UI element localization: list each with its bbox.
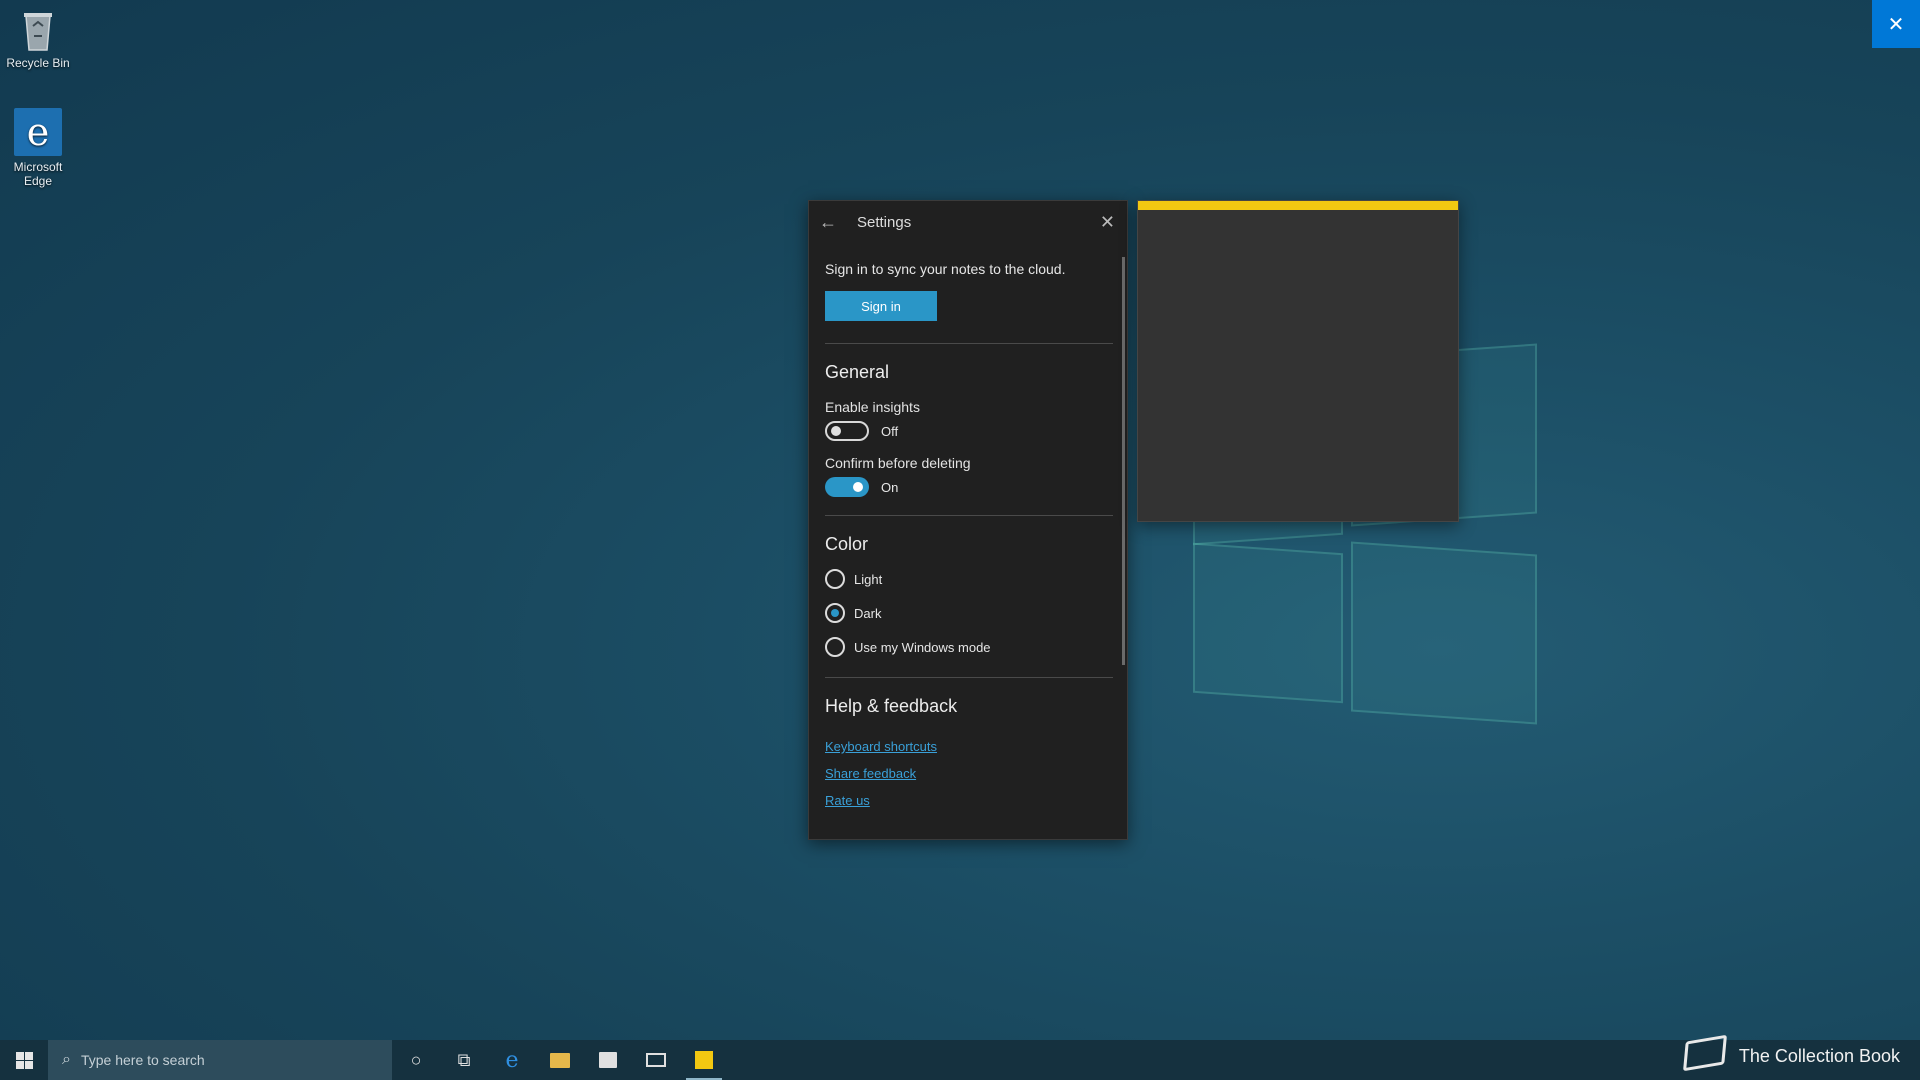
recycle-bin-icon: [18, 8, 58, 52]
divider: [825, 677, 1113, 678]
radio-button[interactable]: [825, 637, 845, 657]
desktop-icon-recycle-bin[interactable]: Recycle Bin: [0, 8, 76, 70]
sign-in-button[interactable]: Sign in: [825, 291, 937, 321]
share-feedback-link[interactable]: Share feedback: [825, 766, 1111, 781]
sync-message: Sign in to sync your notes to the cloud.: [825, 261, 1066, 277]
color-option-light[interactable]: Light: [825, 569, 1111, 589]
keyboard-shortcuts-link[interactable]: Keyboard shortcuts: [825, 739, 1111, 754]
mail-icon: [646, 1053, 666, 1067]
sticky-notes-button[interactable]: [680, 1040, 728, 1080]
watermark: The Collection Book: [1679, 1034, 1900, 1078]
radio-label: Dark: [854, 605, 882, 621]
close-icon: ✕: [1887, 13, 1905, 36]
scrollbar[interactable]: [1122, 257, 1125, 665]
radio-label: Light: [854, 571, 883, 587]
desktop-icon-microsoft-edge[interactable]: e Microsoft Edge: [0, 108, 76, 188]
file-explorer-icon: [550, 1052, 570, 1068]
start-button[interactable]: [0, 1040, 48, 1080]
mail-button[interactable]: [632, 1040, 680, 1080]
edge-taskbar-button[interactable]: e: [488, 1040, 536, 1080]
windows-start-icon: [15, 1051, 33, 1069]
enable-insights-state: Off: [881, 423, 899, 439]
sticky-notes-icon: [695, 1051, 713, 1069]
color-option-windows-mode[interactable]: Use my Windows mode: [825, 637, 1111, 657]
radio-button-selected[interactable]: [825, 603, 845, 623]
enable-insights-label: Enable insights: [825, 399, 920, 415]
note-accent-bar: [1138, 201, 1458, 210]
search-icon: ⌕: [62, 1051, 71, 1068]
close-icon[interactable]: ✕: [1100, 212, 1115, 233]
cortana-icon: ○: [410, 1049, 422, 1070]
edge-icon: e: [14, 108, 62, 156]
store-icon: [599, 1052, 617, 1068]
taskbar: ⌕ Type here to search ○ ⧉ e: [0, 1040, 1920, 1080]
radio-button[interactable]: [825, 569, 845, 589]
enable-insights-toggle[interactable]: [825, 421, 869, 441]
divider: [825, 515, 1113, 516]
close-button[interactable]: ✕: [1872, 0, 1920, 48]
edge-icon: e: [505, 1047, 519, 1073]
task-view-button[interactable]: ⧉: [440, 1040, 488, 1080]
color-option-dark[interactable]: Dark: [825, 603, 1111, 623]
desktop-icon-label: Recycle Bin: [6, 56, 70, 70]
back-arrow-icon[interactable]: ←: [819, 212, 847, 233]
search-box[interactable]: ⌕ Type here to search: [48, 1040, 392, 1080]
book-logo-icon: [1679, 1034, 1729, 1078]
cortana-button[interactable]: ○: [392, 1040, 440, 1080]
watermark-text: The Collection Book: [1738, 1045, 1900, 1066]
settings-panel: ← Settings ✕ Sign in to sync your notes …: [808, 200, 1128, 840]
help-feedback-heading: Help & feedback: [825, 696, 958, 716]
general-heading: General: [825, 362, 890, 382]
store-button[interactable]: [584, 1040, 632, 1080]
color-heading: Color: [825, 534, 869, 554]
search-placeholder: Type here to search: [80, 1052, 205, 1068]
desktop-icon-label: Microsoft Edge: [13, 160, 63, 188]
rate-us-link[interactable]: Rate us: [825, 793, 1111, 808]
confirm-delete-state: On: [881, 479, 899, 495]
divider: [825, 343, 1113, 344]
confirm-delete-label: Confirm before deleting: [825, 455, 971, 471]
sticky-note[interactable]: [1137, 200, 1459, 522]
confirm-delete-toggle[interactable]: [825, 477, 869, 497]
file-explorer-button[interactable]: [536, 1040, 584, 1080]
task-view-icon: ⧉: [457, 1049, 471, 1070]
settings-title: Settings: [857, 213, 912, 231]
settings-header: ← Settings ✕: [809, 201, 1127, 243]
radio-label: Use my Windows mode: [854, 639, 991, 655]
